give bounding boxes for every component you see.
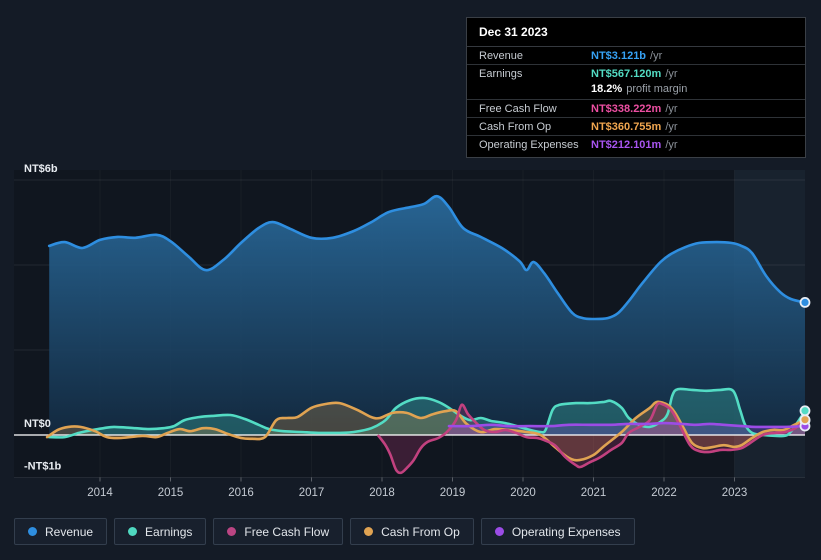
tooltip-row-value: NT$567.120m [591, 68, 662, 80]
tooltip-row-value: NT$3.121b [591, 50, 647, 62]
legend-item-label: Revenue [45, 524, 94, 539]
tooltip-row-unit: /yr [665, 121, 678, 133]
x-tick-label: 2021 [581, 487, 607, 499]
tooltip-row-earnings: Earnings NT$567.120m/yr 18.2% profit margin [467, 64, 805, 99]
operating-expenses-dot-icon [494, 527, 504, 536]
tooltip-row-label: Operating Expenses [479, 139, 579, 151]
tooltip-row-unit: /yr [650, 50, 663, 62]
legend-item-cash-from-op[interactable]: Cash From Op [350, 518, 474, 545]
revenue-dot-icon [28, 527, 37, 536]
revenue-end-dot [799, 296, 811, 308]
tooltip-row-unit: /yr [665, 68, 678, 80]
tooltip-row-unit: /yr [665, 103, 678, 115]
cash-from-op-dot-icon [364, 527, 374, 536]
stock-financials-chart: NT$6b NT$0 -NT$1b 2014 2015 2016 2017 2018 2019… [0, 0, 821, 560]
tooltip-date: Dec 31 2023 [467, 18, 805, 47]
tooltip-row-label: Free Cash Flow [479, 103, 557, 115]
x-tick-label: 2020 [510, 487, 536, 499]
y-tick-label: NT$6b [24, 163, 58, 175]
tooltip-profit-margin: 18.2% profit margin [591, 83, 688, 95]
tooltip-row-cash-from-op: Cash From Op NT$360.755m/yr [467, 117, 805, 135]
tooltip-row-revenue: Revenue NT$3.121b/yr [467, 47, 805, 64]
legend-item-label: Operating Expenses [511, 524, 621, 539]
tooltip-row-label: Cash From Op [479, 121, 552, 133]
tooltip-row-value: NT$360.755m [591, 121, 662, 133]
legend-item-label: Cash From Op [381, 524, 460, 539]
free-cash-flow-dot-icon [227, 527, 237, 536]
tooltip-row-operating-expenses: Operating Expenses NT$212.101m/yr [467, 135, 805, 153]
tooltip-row-unit: /yr [665, 139, 678, 151]
legend-item-label: Free Cash Flow [244, 524, 330, 539]
x-axis-labels: 2014 2015 2016 2017 2018 2019 2020 2021 2022 2023 [87, 477, 748, 499]
y-tick-label: -NT$1b [24, 461, 62, 473]
cash-from-op-end-dot [799, 414, 811, 426]
x-tick-label: 2017 [299, 487, 325, 499]
legend-item-revenue[interactable]: Revenue [14, 518, 108, 545]
legend-item-free-cash-flow[interactable]: Free Cash Flow [213, 518, 344, 545]
x-tick-label: 2015 [158, 487, 184, 499]
earnings-end-dot [799, 405, 811, 417]
tooltip-row-value: NT$212.101m [591, 139, 662, 151]
legend-item-label: Earnings [145, 524, 193, 539]
tooltip-row-label: Revenue [479, 50, 524, 62]
x-tick-label: 2023 [722, 487, 748, 499]
x-tick-label: 2014 [87, 487, 113, 499]
legend-item-operating-expenses[interactable]: Operating Expenses [480, 518, 635, 545]
tooltip-rows: Revenue NT$3.121b/yr Earnings NT$567.120m/y… [467, 47, 805, 153]
tooltip-row-free-cash-flow: Free Cash Flow NT$338.222m/yr [467, 99, 805, 117]
earnings-dot-icon [128, 527, 138, 536]
x-tick-label: 2018 [369, 487, 395, 499]
tooltip-row-label: Earnings [479, 68, 523, 80]
x-tick-label: 2022 [651, 487, 677, 499]
x-tick-label: 2019 [440, 487, 466, 499]
chart-legend: Revenue Earnings Free Cash Flow Cash From O… [14, 518, 635, 545]
legend-item-earnings[interactable]: Earnings [114, 518, 207, 545]
x-tick-label: 2016 [228, 487, 254, 499]
chart-tooltip: Dec 31 2023 Revenue NT$3.121b/yr Earnings N… [466, 17, 806, 158]
y-tick-label: NT$0 [24, 418, 51, 430]
tooltip-row-value: NT$338.222m [591, 103, 662, 115]
